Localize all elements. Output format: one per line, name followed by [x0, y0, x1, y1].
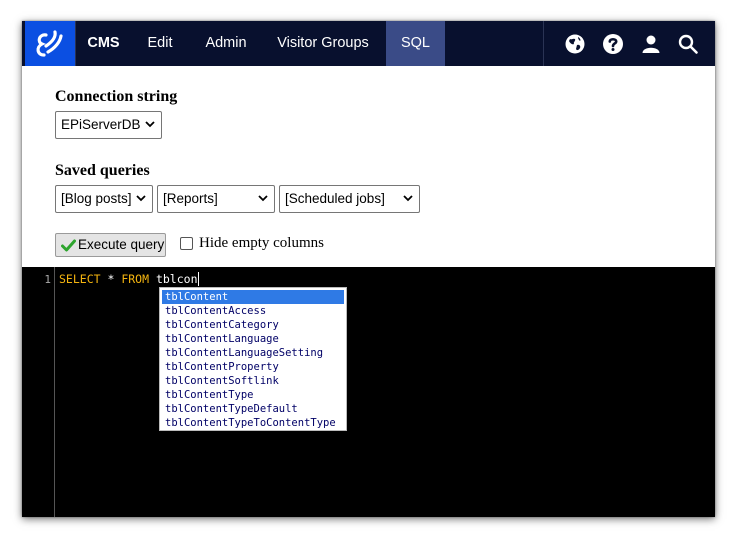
nav-item-cms[interactable]: CMS	[76, 21, 131, 66]
connection-string-heading: Connection string	[55, 88, 178, 105]
saved-query-reports-value: [Reports]	[163, 191, 218, 206]
autocomplete-item[interactable]: tblContentType	[162, 388, 344, 402]
autocomplete-popup: tblContent tblContentAccess tblContentCa…	[159, 287, 347, 431]
nav-item-edit[interactable]: Edit	[134, 21, 186, 66]
search-icon[interactable]	[677, 33, 699, 55]
connection-string-select[interactable]: EPiServerDB	[55, 111, 162, 139]
chevron-down-icon	[258, 195, 268, 202]
autocomplete-item[interactable]: tblContentTypeDefault	[162, 402, 344, 416]
nav-item-sql[interactable]: SQL	[386, 21, 445, 66]
autocomplete-item[interactable]: tblContentSoftlink	[162, 374, 344, 388]
app-window: CMS Edit Admin Visitor Groups SQL Connec…	[22, 21, 715, 517]
hide-empty-columns-label[interactable]: Hide empty columns	[199, 235, 324, 252]
chevron-down-icon	[136, 195, 146, 202]
autocomplete-item[interactable]: tblContentAccess	[162, 304, 344, 318]
sql-operator: *	[100, 272, 122, 286]
autocomplete-item[interactable]: tblContentCategory	[162, 318, 344, 332]
help-icon[interactable]	[602, 33, 624, 55]
saved-query-blog-posts-value: [Blog posts]	[61, 191, 132, 206]
nav-item-admin[interactable]: Admin	[194, 21, 258, 66]
line-number-gutter: 1	[22, 267, 55, 517]
nav-divider	[543, 21, 544, 66]
sql-editor[interactable]: 1 SELECT * FROM tblcon tblContent tblCon…	[22, 267, 715, 517]
logo-icon	[36, 30, 63, 57]
chevron-down-icon	[403, 195, 413, 202]
chevron-down-icon	[145, 121, 155, 128]
top-nav-bar: CMS Edit Admin Visitor Groups SQL	[22, 21, 715, 66]
autocomplete-item[interactable]: tblContentLanguage	[162, 332, 344, 346]
saved-queries-heading: Saved queries	[55, 162, 150, 179]
user-icon[interactable]	[640, 33, 662, 55]
execute-query-label: Execute query	[78, 237, 165, 252]
sql-keyword-select: SELECT	[59, 272, 101, 286]
globe-icon[interactable]	[564, 33, 586, 55]
saved-query-scheduled-jobs-value: [Scheduled jobs]	[285, 191, 385, 206]
saved-query-scheduled-jobs-select[interactable]: [Scheduled jobs]	[279, 185, 420, 213]
hide-empty-columns-checkbox[interactable]	[180, 237, 193, 250]
autocomplete-item[interactable]: tblContentProperty	[162, 360, 344, 374]
sql-keyword-from: FROM	[121, 272, 150, 286]
sql-typed-text: tblcon	[149, 272, 198, 286]
code-line[interactable]: SELECT * FROM tblcon	[59, 272, 199, 286]
autocomplete-item[interactable]: tblContentTypeToContentType	[162, 416, 344, 430]
connection-string-value: EPiServerDB	[61, 117, 141, 132]
execute-query-button[interactable]: Execute query	[55, 233, 166, 257]
saved-query-blog-posts-select[interactable]: [Blog posts]	[55, 185, 153, 213]
query-form: Connection string EPiServerDB Saved quer…	[22, 66, 715, 267]
episerver-logo[interactable]	[25, 21, 75, 66]
text-cursor	[197, 272, 199, 286]
checkmark-icon	[61, 239, 76, 252]
line-number: 1	[44, 273, 51, 286]
saved-query-reports-select[interactable]: [Reports]	[157, 185, 275, 213]
autocomplete-item[interactable]: tblContent	[162, 290, 344, 304]
nav-item-visitor-groups[interactable]: Visitor Groups	[267, 21, 379, 66]
autocomplete-item[interactable]: tblContentLanguageSetting	[162, 346, 344, 360]
